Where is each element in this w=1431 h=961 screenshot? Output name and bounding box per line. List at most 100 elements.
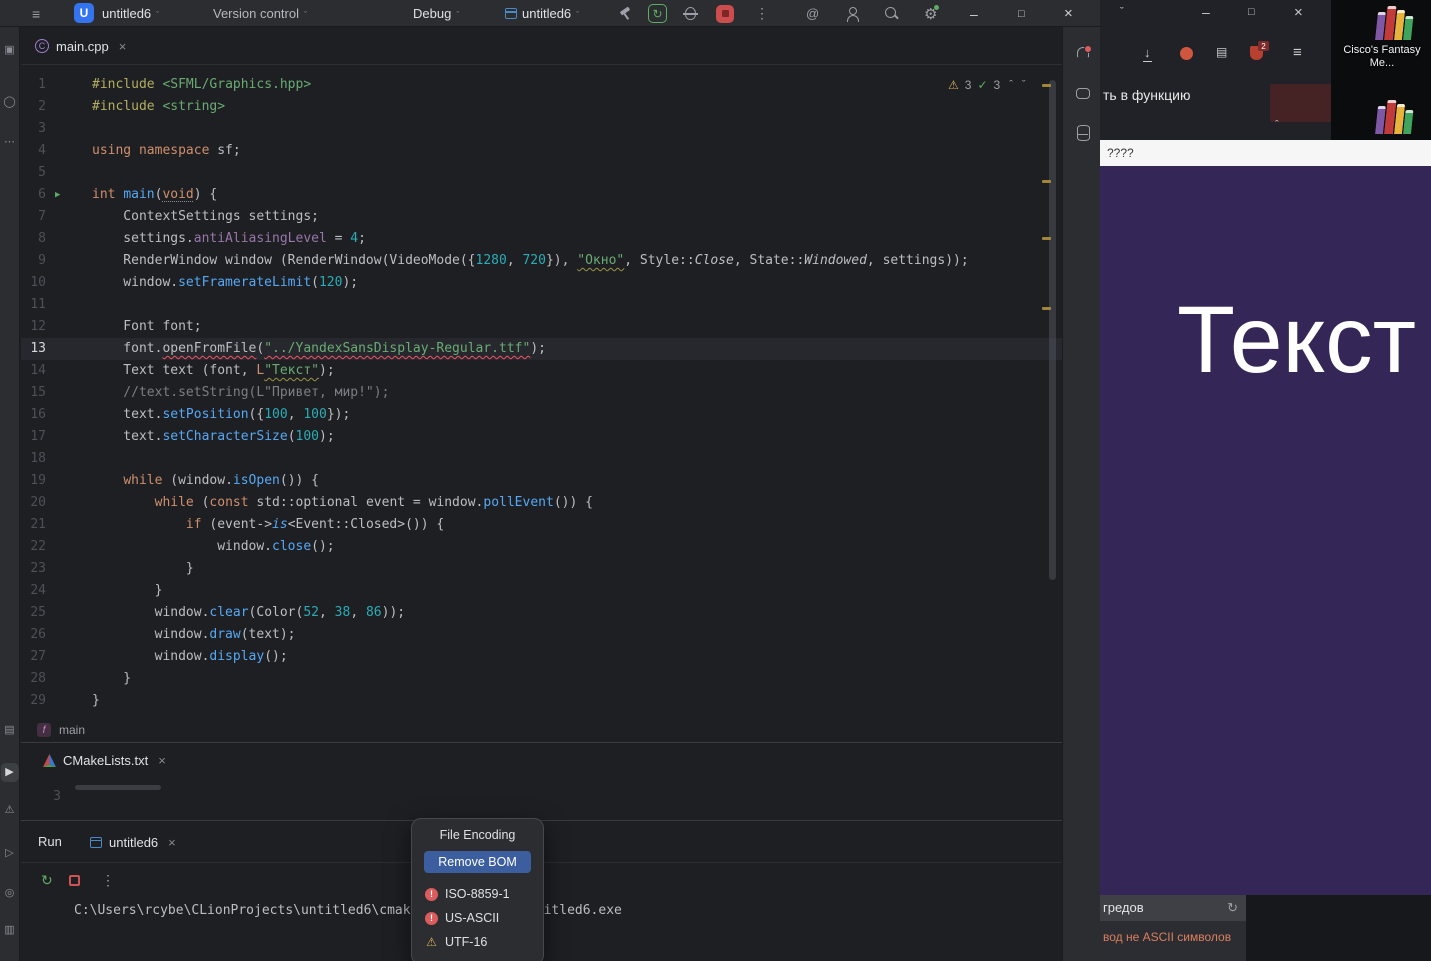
line-number[interactable]: 12 <box>21 316 46 338</box>
code-line[interactable]: 13 font.openFromFile("../YandexSansDispl… <box>21 338 1062 360</box>
line-number[interactable]: 27 <box>21 646 46 668</box>
line-number[interactable]: 26 <box>21 624 46 646</box>
notifications-icon[interactable] <box>1074 45 1090 61</box>
code-line[interactable]: 19 while (window.isOpen()) { <box>21 470 1062 492</box>
line-number[interactable]: 10 <box>21 272 46 294</box>
code-line[interactable]: 27 window.display(); <box>21 646 1062 668</box>
code-line[interactable]: 22 window.close(); <box>21 536 1062 558</box>
line-number[interactable]: 9 <box>21 250 46 272</box>
horizontal-scrollbar[interactable] <box>75 785 161 790</box>
code-line[interactable]: 11 <box>21 294 1062 316</box>
search-everywhere-button[interactable] <box>884 0 899 27</box>
run-gutter-icon[interactable]: ▶ <box>55 184 60 206</box>
code-line[interactable]: 24 } <box>21 580 1062 602</box>
line-number[interactable]: 14 <box>21 360 46 382</box>
structure-icon[interactable]: ▤ <box>4 725 14 736</box>
stop-icon[interactable] <box>69 875 80 886</box>
page-icon[interactable]: ▤ <box>1216 45 1227 59</box>
code-line[interactable]: 25 window.clear(Color(52, 38, 86)); <box>21 602 1062 624</box>
code-line[interactable]: 16 text.setPosition({100, 100}); <box>21 404 1062 426</box>
line-number[interactable]: 24 <box>21 580 46 602</box>
browser-menu-icon[interactable]: ≡ <box>1293 44 1302 61</box>
rerun-icon[interactable]: ↻ <box>41 872 53 889</box>
code-line[interactable]: 18 <box>21 448 1062 470</box>
code-line[interactable]: 5 <box>21 162 1062 184</box>
run-toolwindow-icon[interactable]: ▶ <box>0 763 18 782</box>
close-button[interactable]: × <box>1064 0 1073 27</box>
editor-scrollbar[interactable] <box>1049 80 1056 580</box>
code-line[interactable]: 3 <box>21 118 1062 140</box>
maximize-button[interactable]: □ <box>1248 6 1255 18</box>
code-line[interactable]: 21 if (event->is<Event::Closed>()) { <box>21 514 1062 536</box>
tab-cmakelists[interactable]: CMakeLists.txt × <box>43 753 166 768</box>
code-line[interactable]: 7 ContextSettings settings; <box>21 206 1062 228</box>
line-number[interactable]: 1 <box>21 74 46 96</box>
ai-assistant-button[interactable]: @ <box>806 0 819 27</box>
code-line[interactable]: 10 window.setFramerateLimit(120); <box>21 272 1062 294</box>
debug-toolwindow-icon[interactable]: ◎ <box>5 888 15 899</box>
project-widget[interactable]: untitled6 ˇ <box>102 0 159 27</box>
code-line[interactable]: 12 Font font; <box>21 316 1062 338</box>
next-problem-icon[interactable]: ˇ <box>1022 79 1026 91</box>
refresh-icon[interactable]: ↻ <box>1227 895 1238 921</box>
ai-assistant-icon[interactable] <box>1074 85 1090 101</box>
run-tab-untitled6[interactable]: untitled6 × <box>90 821 176 863</box>
breadcrumb-item-main[interactable]: main <box>59 723 85 737</box>
stripe-warning-mark[interactable] <box>1042 237 1051 240</box>
line-number[interactable]: 25 <box>21 602 46 624</box>
line-number[interactable]: 15 <box>21 382 46 404</box>
settings-button[interactable]: ⚙ <box>924 0 937 27</box>
line-number[interactable]: 19 <box>21 470 46 492</box>
build-mode-selector[interactable]: Debug ˇ <box>413 0 459 27</box>
line-number[interactable]: 18 <box>21 448 46 470</box>
code-line[interactable]: 20 while (const std::optional event = wi… <box>21 492 1062 514</box>
line-number[interactable]: 6 <box>21 184 46 206</box>
code-line[interactable]: 17 text.setCharacterSize(100); <box>21 426 1062 448</box>
code-with-me-button[interactable] <box>845 0 859 27</box>
maximize-button[interactable]: □ <box>1018 0 1025 27</box>
code-line[interactable]: 9 RenderWindow window (RenderWindow(Vide… <box>21 250 1062 272</box>
more-actions-button[interactable]: ⋮ <box>755 0 769 27</box>
services-icon[interactable]: ▷ <box>5 848 13 859</box>
line-number[interactable]: 16 <box>21 404 46 426</box>
line-number[interactable]: 11 <box>21 294 46 316</box>
line-number[interactable]: 20 <box>21 492 46 514</box>
code-line[interactable]: 6▶int main(void) { <box>21 184 1062 206</box>
line-number[interactable]: 3 <box>21 118 46 140</box>
line-number[interactable]: 2 <box>21 96 46 118</box>
line-number[interactable]: 28 <box>21 668 46 690</box>
prev-problem-icon[interactable]: ˆ <box>1009 79 1013 91</box>
line-number[interactable]: 21 <box>21 514 46 536</box>
more-icon[interactable]: ⋮ <box>101 872 115 889</box>
code-line[interactable]: 1#include <SFML/Graphics.hpp> <box>21 74 1062 96</box>
commit-icon[interactable]: ◯ <box>3 97 15 108</box>
database-icon[interactable] <box>1074 124 1090 140</box>
encoding-option[interactable]: !US-ASCII <box>412 906 543 930</box>
close-tab-icon[interactable]: × <box>168 835 176 850</box>
database-toolwindow-icon[interactable]: ▥ <box>4 925 14 936</box>
line-number[interactable]: 23 <box>21 558 46 580</box>
stripe-warning-mark[interactable] <box>1042 84 1051 87</box>
line-number[interactable]: 4 <box>21 140 46 162</box>
close-tab-icon[interactable]: × <box>158 753 166 768</box>
vcs-widget[interactable]: Version control ˇ <box>213 0 307 27</box>
code-line[interactable]: 8 settings.antiAliasingLevel = 4; <box>21 228 1062 250</box>
line-number[interactable]: 8 <box>21 228 46 250</box>
code-line[interactable]: 23 } <box>21 558 1062 580</box>
tab-main-cpp[interactable]: C main.cpp × <box>35 27 126 65</box>
rerun-button[interactable]: ↻ <box>648 0 667 27</box>
more-tools-icon[interactable]: ⋯ <box>4 137 15 148</box>
minimize-button[interactable]: – <box>970 0 978 27</box>
sfml-window-title[interactable]: ???? <box>1100 140 1431 166</box>
line-number[interactable]: 7 <box>21 206 46 228</box>
desktop-icon-label[interactable]: Cisco's Fantasy Me... <box>1339 44 1425 70</box>
main-menu-icon[interactable]: ≡ <box>32 0 40 27</box>
remove-bom-button[interactable]: Remove BOM <box>424 851 531 873</box>
browser-extension-icon[interactable] <box>1180 47 1193 60</box>
encoding-option[interactable]: ⚠UTF-16 <box>412 930 543 954</box>
inspection-widget[interactable]: ⚠ 3 ✓ 3 ˆ ˇ <box>948 78 1026 92</box>
close-tab-icon[interactable]: × <box>119 39 127 54</box>
code-line[interactable]: 4using namespace sf; <box>21 140 1062 162</box>
problems-icon[interactable]: ⚠ <box>5 805 15 816</box>
project-icon[interactable]: ▣ <box>4 45 14 56</box>
